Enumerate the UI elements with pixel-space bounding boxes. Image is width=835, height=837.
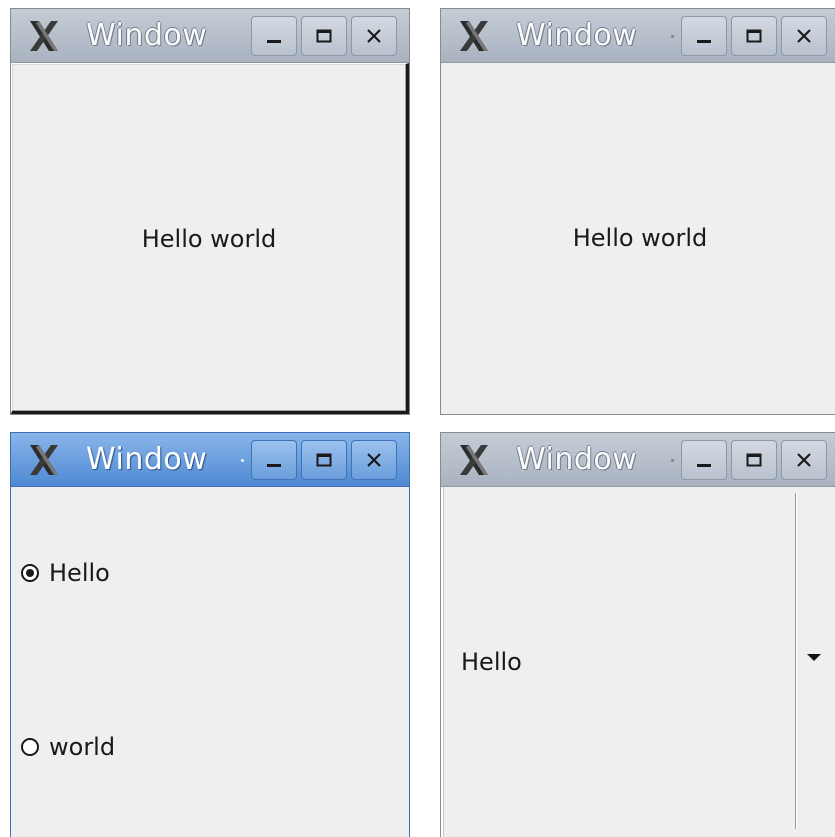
- minimize-button[interactable]: [251, 440, 297, 480]
- minimize-icon: [697, 464, 711, 467]
- window-title: Window: [516, 442, 638, 477]
- maximize-button[interactable]: [731, 16, 777, 56]
- minimize-icon: [697, 40, 711, 43]
- maximize-icon: [316, 453, 332, 467]
- close-button[interactable]: [351, 440, 397, 480]
- x-logo-icon[interactable]: [27, 443, 61, 477]
- x-logo-icon[interactable]: [457, 443, 491, 477]
- maximize-button[interactable]: [731, 440, 777, 480]
- titlebar[interactable]: Window: [11, 9, 409, 63]
- minimize-icon: [267, 464, 281, 467]
- minimize-button[interactable]: [681, 440, 727, 480]
- window-title: Window: [516, 18, 638, 53]
- close-icon: [367, 29, 381, 43]
- window-content: Hello world: [441, 63, 835, 414]
- maximize-icon: [746, 29, 762, 43]
- combo-separator: [795, 493, 797, 829]
- radio-label: world: [49, 733, 116, 761]
- x-logo-icon[interactable]: [457, 19, 491, 53]
- maximize-icon: [746, 453, 762, 467]
- title-separator-dot: [671, 35, 674, 38]
- titlebar[interactable]: Window: [441, 9, 835, 63]
- window-title: Window: [86, 442, 208, 477]
- close-button[interactable]: [781, 440, 827, 480]
- titlebar[interactable]: Window: [11, 433, 409, 487]
- radio-label: Hello: [49, 559, 110, 587]
- titlebar[interactable]: Window: [441, 433, 835, 487]
- combo-box[interactable]: Hello: [441, 487, 835, 837]
- close-button[interactable]: [351, 16, 397, 56]
- x-logo-icon[interactable]: [27, 19, 61, 53]
- maximize-button[interactable]: [301, 16, 347, 56]
- maximize-button[interactable]: [301, 440, 347, 480]
- window-top-left: Window Hello world: [10, 8, 410, 415]
- close-icon: [797, 29, 811, 43]
- window-top-right: Window Hello world: [440, 8, 835, 415]
- window-content: Hello world: [11, 487, 409, 837]
- radio-option-hello[interactable]: Hello: [21, 558, 110, 588]
- radio-button-unchecked[interactable]: [21, 738, 39, 756]
- title-separator-dot: [241, 459, 244, 462]
- maximize-icon: [316, 29, 332, 43]
- window-content: Hello world: [11, 63, 409, 414]
- dropdown-arrow-icon[interactable]: [807, 654, 821, 661]
- title-separator-dot: [671, 459, 674, 462]
- window-bottom-left: Window Hello world: [10, 432, 410, 837]
- window-title: Window: [86, 18, 208, 53]
- minimize-icon: [267, 40, 281, 43]
- close-icon: [797, 453, 811, 467]
- combo-selected-value: Hello: [461, 648, 522, 676]
- radio-button-checked[interactable]: [21, 564, 39, 582]
- close-button[interactable]: [781, 16, 827, 56]
- hello-world-label: Hello world: [572, 224, 708, 252]
- minimize-button[interactable]: [251, 16, 297, 56]
- close-icon: [367, 453, 381, 467]
- window-bottom-right: Window Hello: [440, 432, 835, 837]
- minimize-button[interactable]: [681, 16, 727, 56]
- hello-world-label: Hello world: [141, 225, 277, 253]
- radio-option-world[interactable]: world: [21, 732, 115, 762]
